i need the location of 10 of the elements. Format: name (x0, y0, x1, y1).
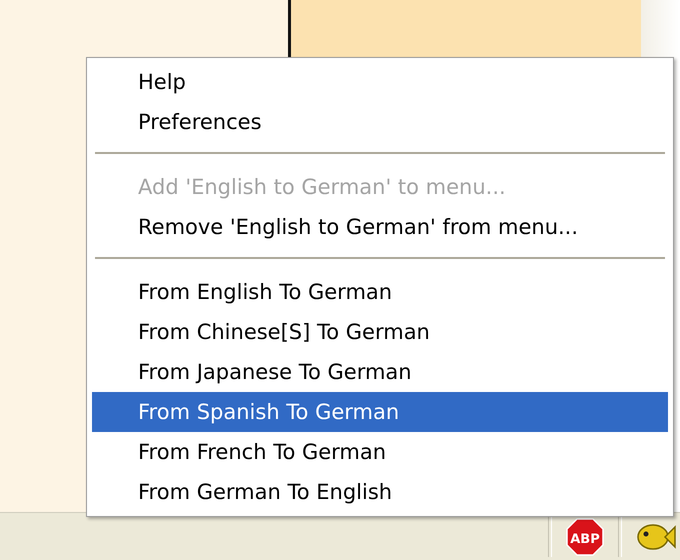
menu-item[interactable]: From French To German (92, 432, 668, 472)
menu-item[interactable]: Remove 'English to German' from menu... (92, 207, 668, 247)
stop-sign-icon[interactable]: ABP (566, 518, 604, 556)
menu-item[interactable]: From German To English (92, 472, 668, 512)
menu-item[interactable]: From Japanese To German (92, 352, 668, 392)
menu-item[interactable]: From Spanish To German (92, 392, 668, 432)
menu-item[interactable]: Help (92, 62, 668, 102)
menu-item[interactable]: From English To German (92, 272, 668, 312)
menu-item[interactable]: Preferences (92, 102, 668, 142)
menu-item[interactable]: From Chinese[S] To German (92, 312, 668, 352)
